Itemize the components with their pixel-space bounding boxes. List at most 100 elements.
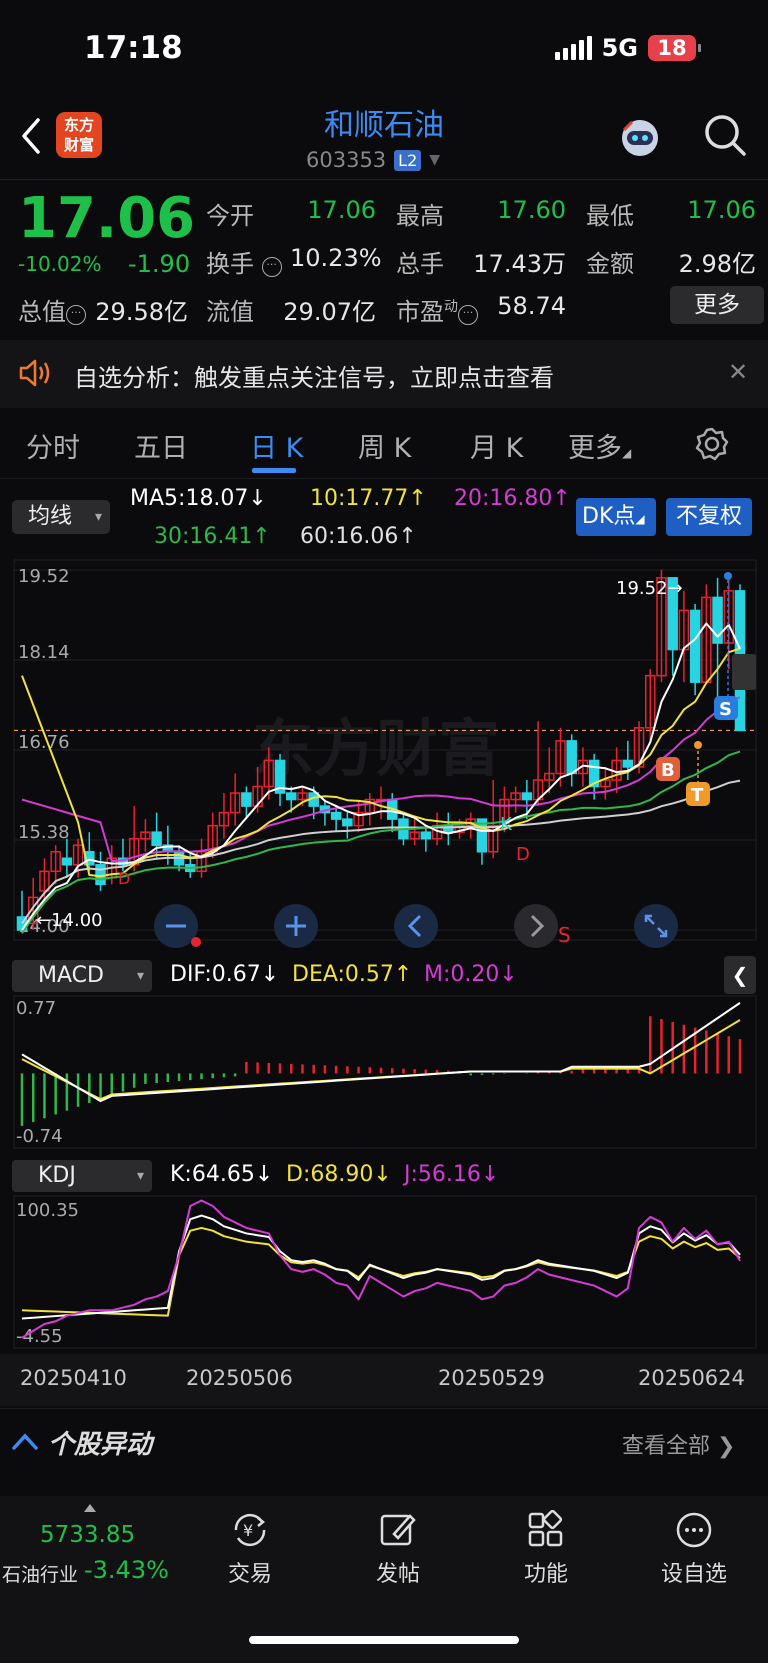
tab-daily-k[interactable]: 日 K — [250, 426, 303, 465]
home-indicator — [249, 1636, 519, 1644]
chevron-up-icon[interactable] — [10, 1428, 40, 1456]
level2-badge: L2 — [394, 149, 422, 171]
volume-label: 总手 — [396, 250, 444, 278]
kdj-d: D:68.90↓ — [286, 1162, 392, 1187]
header-divider — [0, 179, 768, 180]
close-icon[interactable]: ✕ — [728, 358, 748, 386]
float-value: 29.07亿 — [283, 298, 376, 326]
open-value: 17.06 — [307, 196, 376, 224]
open-label: 今开 — [206, 202, 254, 230]
macd-y-top: 0.77 — [16, 998, 56, 1019]
cell-signal-icon — [554, 36, 592, 60]
ma30-value: 30:16.41↑ — [154, 524, 271, 549]
tab-more[interactable]: 更多◢ — [568, 426, 631, 465]
stock-code-selector[interactable]: 603353 L2 ▼ — [306, 148, 440, 172]
pan-left-icon[interactable] — [394, 904, 438, 948]
low-label: 最低 — [586, 202, 634, 230]
d-marker: D — [516, 844, 530, 865]
more-dots-icon — [676, 1512, 712, 1548]
trade-icon: ¥ — [234, 1513, 266, 1547]
notice-text[interactable]: 自选分析：触发重点关注信号，立即点击查看 — [74, 358, 554, 393]
date-axis: 20250410 20250506 20250529 20250624 — [0, 1354, 768, 1406]
tab-weekly-k[interactable]: 周 K — [358, 426, 411, 465]
index-value[interactable]: 5733.85 — [40, 1522, 135, 1548]
info-icon[interactable]: ··· — [458, 305, 478, 325]
nav-add-watchlist[interactable]: 设自选 — [634, 1510, 754, 1588]
tab-monthly-k[interactable]: 月 K — [470, 426, 523, 465]
svg-text:¥: ¥ — [243, 1521, 253, 1540]
macd-chart[interactable]: 0.77 -0.74 — [0, 994, 768, 1152]
pe-value: 58.74 — [497, 292, 566, 320]
ma5-value: MA5:18.07↓ — [130, 486, 267, 511]
marker-dot — [694, 741, 702, 749]
trend-marker: T — [691, 785, 704, 806]
section-divider — [0, 1408, 768, 1409]
info-icon[interactable]: ··· — [261, 257, 282, 277]
network-type: 5G — [601, 34, 638, 62]
search-icon[interactable] — [702, 112, 748, 158]
nav-trade[interactable]: ¥ 交易 — [190, 1510, 310, 1588]
macd-dea: DEA:0.57↑ — [292, 962, 413, 987]
turnover-value: 10.23% — [290, 244, 382, 272]
pan-right-icon[interactable] — [514, 904, 558, 948]
view-all-link[interactable]: 查看全部 ❯ — [622, 1428, 735, 1460]
battery-icon: 18 — [648, 35, 701, 61]
kdj-y-top: 100.35 — [16, 1200, 79, 1221]
sell-marker: S — [719, 699, 732, 720]
status-indicators: 5G 18 — [554, 34, 701, 62]
dk-point-button[interactable]: DK点◢ — [576, 498, 656, 536]
kdj-d-line — [21, 1226, 741, 1317]
candle-body — [689, 609, 701, 683]
pe-label: 市盈动 ··· — [396, 292, 478, 327]
tab-five-day[interactable]: 五日 — [134, 426, 188, 465]
collapse-panel-button[interactable]: ❮ — [724, 956, 756, 994]
marker-dot — [724, 572, 732, 580]
tabs-divider — [0, 478, 768, 479]
no-adjust-button[interactable]: 不复权 — [666, 498, 752, 536]
edit-icon — [380, 1514, 416, 1546]
change-percent: -10.02% — [18, 252, 102, 276]
industry-change[interactable]: -3.43% — [84, 1556, 169, 1584]
high-value: 17.60 — [497, 196, 566, 224]
macd-y-bottom: -0.74 — [16, 1126, 63, 1147]
ma-selector[interactable]: 均线 — [12, 500, 110, 534]
industry-label[interactable]: 石油行业 — [2, 1560, 78, 1587]
chevron-down-icon: ▼ — [429, 152, 441, 168]
kdj-j: J:56.16↓ — [404, 1162, 500, 1187]
settings-gear-icon[interactable] — [694, 426, 730, 462]
y-axis-label: 15.38 — [18, 822, 70, 843]
mktcap-label: 总值 ··· — [18, 292, 86, 327]
robot-assistant-icon[interactable] — [618, 116, 662, 160]
macd-selector[interactable]: MACD — [12, 960, 152, 992]
tab-intraday[interactable]: 分时 — [26, 426, 80, 465]
caret-up-icon — [84, 1504, 96, 1512]
zoom-out-icon[interactable] — [154, 904, 201, 948]
nav-post[interactable]: 发帖 — [338, 1510, 458, 1588]
nav-functions[interactable]: 功能 — [486, 1510, 606, 1588]
candle-body — [566, 740, 577, 775]
kdj-selector[interactable]: KDJ — [12, 1160, 152, 1192]
y-axis-label: 19.52 — [18, 566, 70, 587]
ma60-value: 60:16.06↑ — [300, 524, 417, 549]
kdj-chart[interactable]: 100.35-4.55 — [0, 1194, 768, 1352]
info-icon[interactable]: ··· — [66, 305, 86, 325]
macd-dif: DIF:0.67↓ — [170, 962, 280, 987]
change-amount: -1.90 — [128, 250, 191, 278]
candle-body — [241, 792, 252, 807]
candle-body — [61, 857, 73, 866]
fullscreen-icon[interactable] — [634, 904, 678, 948]
amount-label: 金额 — [586, 250, 634, 278]
app-screen: 17:18 5G 18 东方 财富 和顺石油 603353 L2 ▼ 17.06 … — [0, 0, 768, 1663]
candle-body — [521, 792, 533, 801]
kdj-frame — [13, 1195, 757, 1349]
kdj-k: K:64.65↓ — [170, 1162, 274, 1187]
dif-line — [21, 1002, 741, 1103]
turnover-label: 换手 ··· — [206, 244, 282, 279]
zoom-in-icon[interactable] — [274, 904, 318, 948]
ma10-value: 10:17.77↑ — [310, 486, 427, 511]
more-button[interactable]: 更多 — [670, 286, 764, 324]
candle-body — [622, 759, 634, 768]
buy-marker: B — [661, 760, 675, 781]
volume-value: 17.43万 — [473, 250, 566, 278]
kline-chart[interactable]: 东方财富 19.5218.1416.7615.3814.0019.52→←14.… — [0, 550, 768, 950]
